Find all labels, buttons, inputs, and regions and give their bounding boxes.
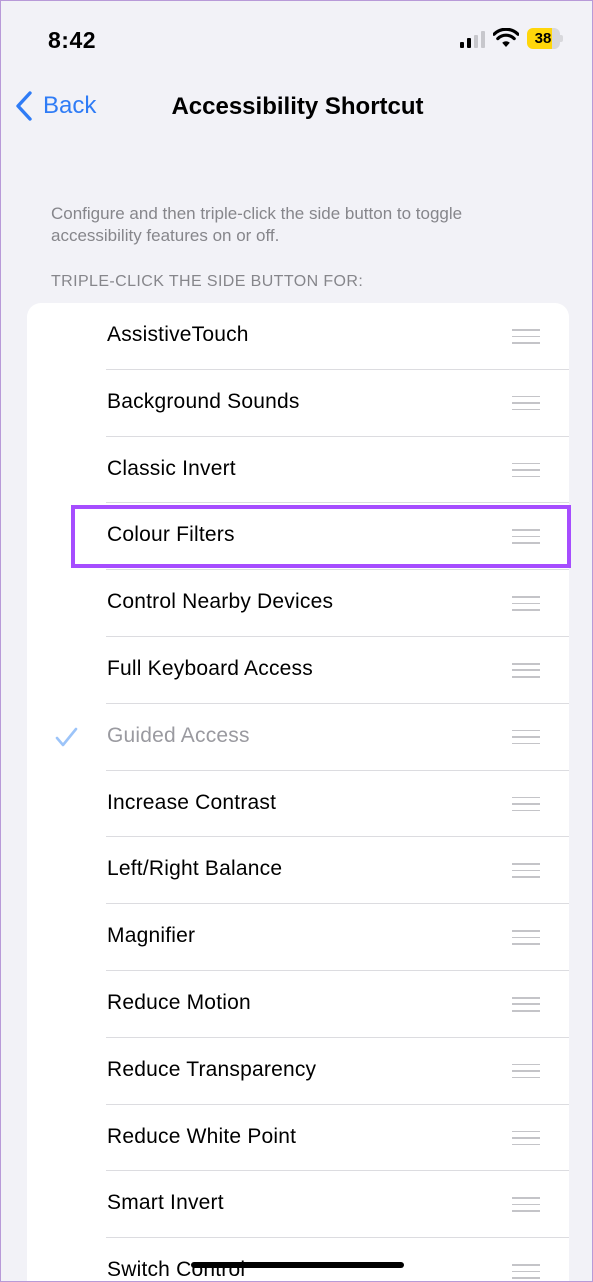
list-item[interactable]: AssistiveTouch bbox=[27, 303, 569, 370]
drag-handle-icon[interactable] bbox=[512, 529, 540, 544]
drag-handle-icon[interactable] bbox=[512, 729, 540, 745]
drag-handle-icon[interactable] bbox=[512, 596, 540, 611]
drag-handle-icon[interactable] bbox=[512, 395, 540, 411]
page-title: Accessibility Shortcut bbox=[171, 93, 424, 120]
drag-handle-icon[interactable] bbox=[512, 863, 540, 878]
list-item[interactable]: Classic Invert bbox=[27, 437, 569, 504]
drag-handle-icon[interactable] bbox=[512, 1264, 540, 1279]
list-item[interactable]: Full Keyboard Access bbox=[27, 637, 569, 704]
list-item-label: Reduce Motion bbox=[107, 990, 251, 1014]
list-item-label: Colour Filters bbox=[107, 523, 235, 547]
signal-icon bbox=[460, 31, 486, 48]
list-item-label: Full Keyboard Access bbox=[107, 656, 313, 680]
battery-icon: 38 bbox=[527, 28, 564, 49]
list-item[interactable]: Left/Right Balance bbox=[27, 837, 569, 904]
drag-handle-icon[interactable] bbox=[512, 662, 540, 678]
drag-handle-icon[interactable] bbox=[512, 329, 540, 344]
list-item[interactable]: Reduce Transparency bbox=[27, 1038, 569, 1105]
home-indicator bbox=[191, 1262, 404, 1268]
list-item-label: Magnifier bbox=[107, 924, 196, 948]
list-item-label: Reduce White Point bbox=[107, 1124, 297, 1148]
status-bar: 8:42 38 bbox=[1, 1, 592, 71]
drag-handle-icon[interactable] bbox=[512, 1063, 540, 1079]
list-item[interactable]: Control Nearby Devices bbox=[27, 570, 569, 637]
list-item-label: Guided Access bbox=[107, 723, 250, 747]
list-item-label: Classic Invert bbox=[107, 456, 236, 480]
battery-level: 38 bbox=[534, 30, 552, 47]
drag-handle-icon[interactable] bbox=[512, 796, 540, 812]
list-item-label: Increase Contrast bbox=[107, 790, 277, 814]
list-item[interactable]: Guided Access bbox=[27, 704, 569, 771]
list-item[interactable]: Smart Invert bbox=[27, 1171, 569, 1238]
list-item-label: Left/Right Balance bbox=[107, 857, 283, 881]
drag-handle-icon[interactable] bbox=[512, 462, 540, 478]
description-text: Configure and then triple-click the side… bbox=[51, 204, 463, 245]
navigation-bar: Back Accessibility Shortcut bbox=[1, 71, 592, 143]
list-item-label: Control Nearby Devices bbox=[107, 590, 334, 614]
section-header: TRIPLE-CLICK THE SIDE BUTTON FOR: bbox=[51, 273, 364, 290]
list-item[interactable]: Reduce White Point bbox=[27, 1105, 569, 1172]
drag-handle-icon[interactable] bbox=[512, 996, 540, 1012]
screen: 8:42 38 Back Accessibility Shortcut Conf… bbox=[0, 0, 593, 1282]
list-item[interactable]: Magnifier bbox=[27, 904, 569, 971]
list-item[interactable]: Increase Contrast bbox=[27, 771, 569, 838]
checkmark-icon bbox=[55, 727, 78, 747]
list-item[interactable]: Reduce Motion bbox=[27, 971, 569, 1038]
list-item-label: AssistiveTouch bbox=[107, 323, 249, 346]
list-item[interactable]: Background Sounds bbox=[27, 370, 569, 437]
list-item[interactable]: Colour Filters bbox=[27, 503, 569, 570]
list-item-label: Smart Invert bbox=[107, 1191, 224, 1215]
wifi-icon bbox=[493, 28, 519, 47]
list-item-label: Reduce Transparency bbox=[107, 1057, 317, 1081]
list-item-label: Background Sounds bbox=[107, 389, 300, 413]
drag-handle-icon[interactable] bbox=[512, 930, 540, 945]
list-item[interactable]: Switch Control bbox=[27, 1238, 569, 1281]
drag-handle-icon[interactable] bbox=[512, 1197, 540, 1212]
status-time: 8:42 bbox=[48, 27, 97, 53]
shortcut-list: AssistiveTouch Background Sounds Classic I… bbox=[27, 303, 569, 1281]
drag-handle-icon[interactable] bbox=[512, 1130, 540, 1146]
